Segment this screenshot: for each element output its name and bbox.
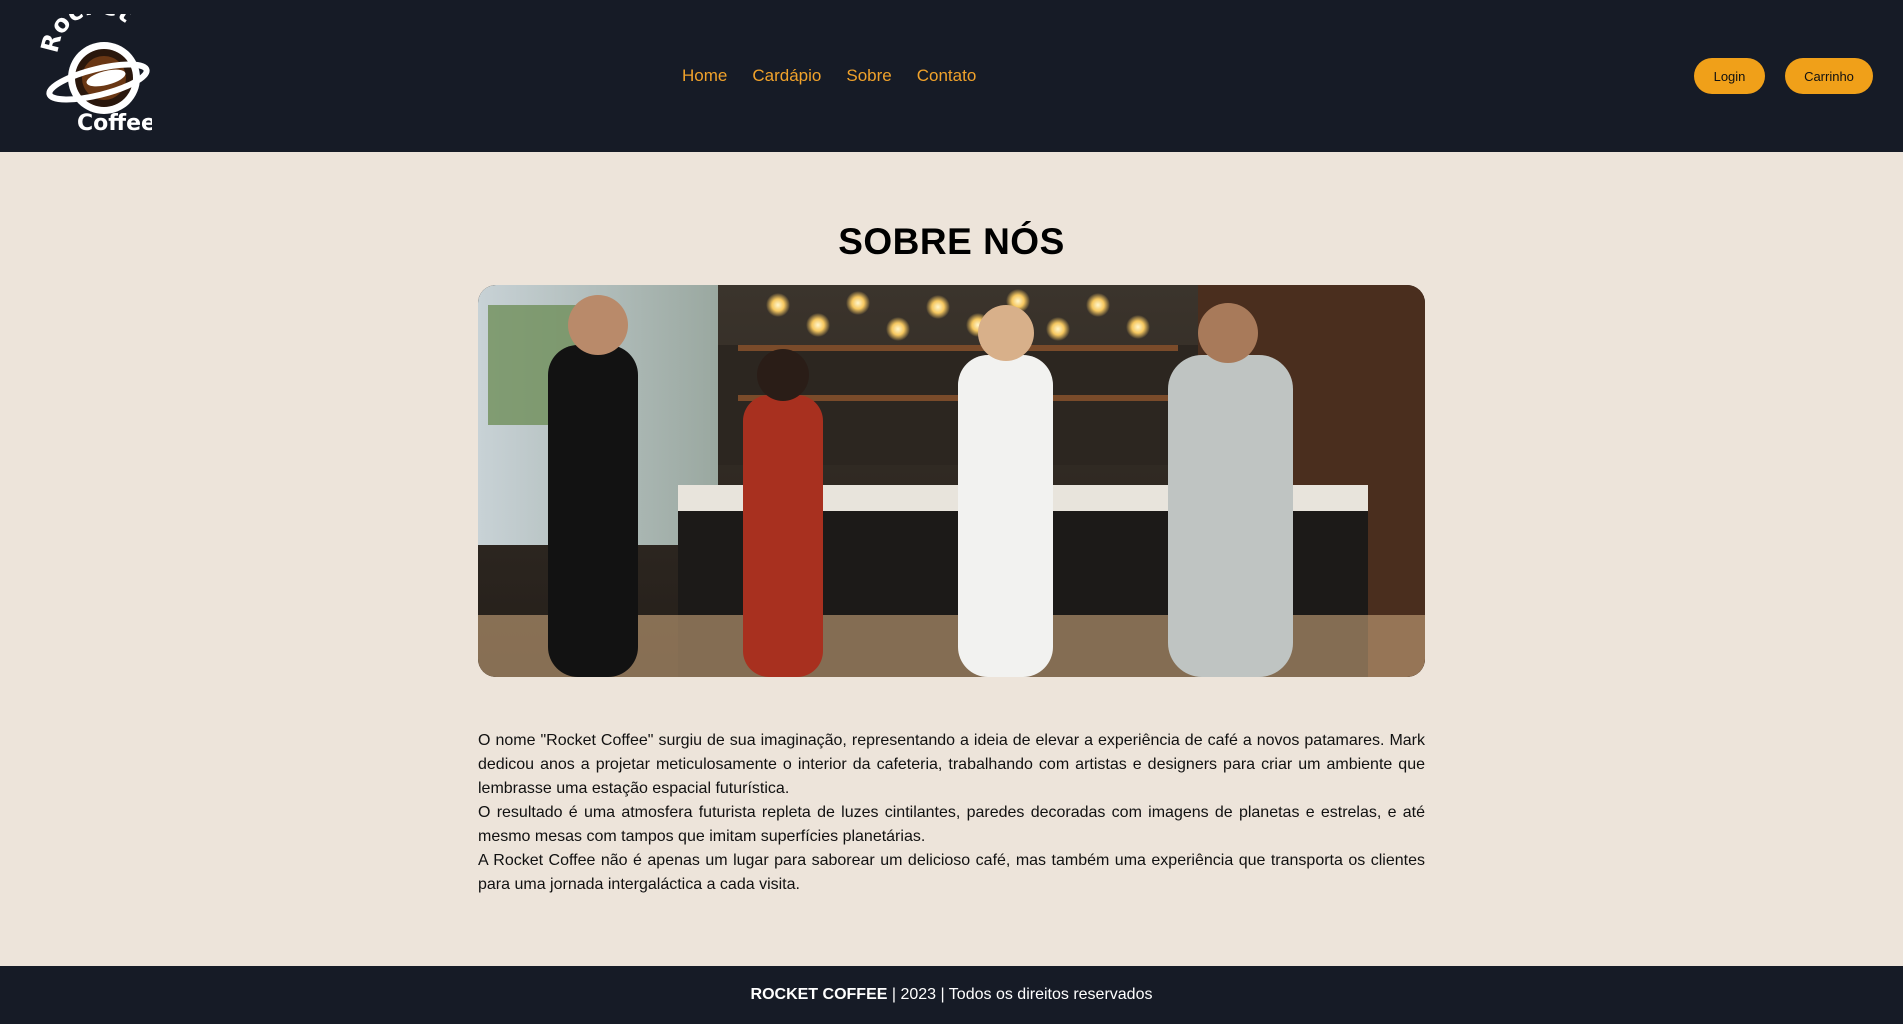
site-header: Rocket Coffee Home Cardápio Sobre Contat…	[0, 0, 1903, 152]
team-photo-image	[478, 285, 1425, 677]
logo-icon: Rocket Coffee	[36, 14, 152, 136]
logo-bottom-text: Coffee	[77, 111, 152, 136]
team-photo	[478, 285, 1425, 677]
footer-brand: ROCKET COFFEE	[750, 986, 888, 1003]
cart-button[interactable]: Carrinho	[1785, 58, 1873, 94]
nav-home[interactable]: Home	[682, 66, 727, 86]
rocket-coffee-logo[interactable]: Rocket Coffee	[36, 14, 152, 138]
nav-sobre[interactable]: Sobre	[846, 66, 891, 86]
nav-cardapio[interactable]: Cardápio	[752, 66, 821, 86]
page-title: SOBRE NÓS	[838, 220, 1065, 262]
about-paragraph-3: A Rocket Coffee não é apenas um lugar pa…	[478, 852, 1425, 893]
main-nav: Home Cardápio Sobre Contato	[682, 66, 976, 86]
site-footer: ROCKET COFFEE | 2023 | Todos os direitos…	[0, 966, 1903, 1024]
about-paragraph-2: O resultado é uma atmosfera futurista re…	[478, 804, 1425, 845]
nav-contato[interactable]: Contato	[917, 66, 977, 86]
login-button[interactable]: Login	[1694, 58, 1765, 94]
footer-copyright: | 2023 | Todos os direitos reservados	[887, 986, 1153, 1003]
about-paragraph-1: O nome "Rocket Coffee" surgiu de sua ima…	[478, 732, 1425, 797]
about-text: O nome "Rocket Coffee" surgiu de sua ima…	[478, 729, 1425, 897]
